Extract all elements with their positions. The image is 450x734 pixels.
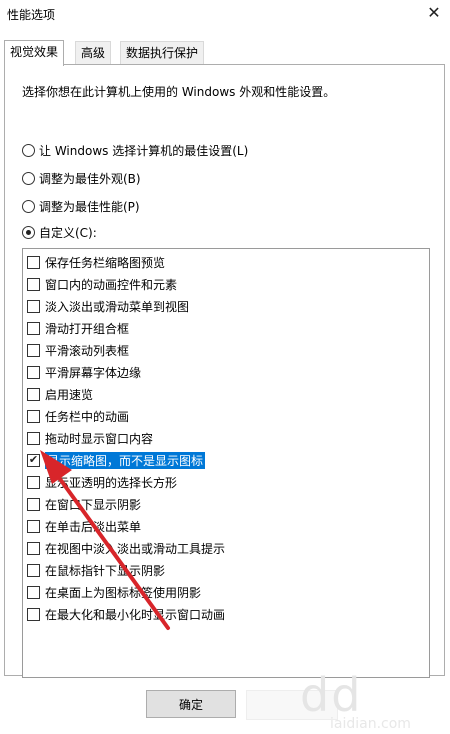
list-item[interactable]: 在最大化和最小化时显示窗口动画 (27, 605, 225, 623)
radio-button[interactable] (22, 143, 35, 157)
item-label: 在窗口下显示阴影 (45, 497, 142, 512)
item-label: 在单击后淡出菜单 (45, 519, 142, 534)
list-item[interactable]: 平滑屏幕字体边缘 (27, 363, 141, 381)
window-title: 性能选项 (7, 8, 56, 22)
checkbox[interactable] (27, 563, 40, 577)
item-label: 启用速览 (45, 387, 94, 402)
list-item[interactable]: 显示亚透明的选择长方形 (27, 473, 177, 491)
item-label: 滑动打开组合框 (45, 321, 130, 336)
list-item[interactable]: 在桌面上为图标标签使用阴影 (27, 583, 201, 601)
radio-best-performance[interactable]: 调整为最佳性能(P) (22, 197, 140, 215)
item-label: 窗口内的动画控件和元素 (45, 277, 178, 292)
checkbox[interactable] (27, 321, 40, 335)
radio-let-windows-choose[interactable]: 让 Windows 选择计算机的最佳设置(L) (22, 141, 248, 159)
checkbox[interactable] (27, 365, 40, 379)
list-item[interactable]: 窗口内的动画控件和元素 (27, 275, 177, 293)
item-label: 在鼠标指针下显示阴影 (45, 563, 166, 578)
radio-button[interactable] (22, 225, 35, 239)
checkbox[interactable] (27, 585, 40, 599)
checkbox-checked[interactable] (27, 453, 40, 467)
list-item[interactable]: 在鼠标指针下显示阴影 (27, 561, 165, 579)
list-item[interactable]: 启用速览 (27, 385, 93, 403)
checkbox[interactable] (27, 409, 40, 423)
checkbox[interactable] (27, 541, 40, 555)
list-item-selected[interactable]: 显示缩略图，而不是显示图标 (27, 451, 206, 469)
tab-advanced[interactable]: 高级 (75, 41, 112, 64)
list-item[interactable]: 保存任务栏缩略图预览 (27, 253, 165, 271)
list-item[interactable]: 拖动时显示窗口内容 (27, 429, 153, 447)
ok-button[interactable]: 确定 (146, 690, 236, 718)
title-bar: 性能选项 ✕ (0, 0, 450, 30)
radio-custom[interactable]: 自定义(C): (22, 223, 97, 241)
checkbox[interactable] (27, 431, 40, 445)
watermark-logo: dd (300, 668, 363, 722)
item-label: 任务栏中的动画 (45, 409, 130, 424)
checkbox[interactable] (27, 475, 40, 489)
item-label: 显示亚透明的选择长方形 (45, 475, 178, 490)
radio-best-appearance[interactable]: 调整为最佳外观(B) (22, 169, 141, 187)
checkbox[interactable] (27, 277, 40, 291)
checkbox[interactable] (27, 497, 40, 511)
checkbox[interactable] (27, 387, 40, 401)
list-item[interactable]: 滑动打开组合框 (27, 319, 129, 337)
radio-button[interactable] (22, 171, 35, 185)
tab-strip: 视觉效果 高级 数据执行保护 (4, 40, 446, 66)
item-label: 显示缩略图，而不是显示图标 (45, 451, 206, 469)
radio-label: 调整为最佳外观(B) (39, 171, 141, 186)
item-label: 拖动时显示窗口内容 (45, 431, 154, 446)
description-text: 选择你想在此计算机上使用的 Windows 外观和性能设置。 (22, 85, 336, 99)
list-item[interactable]: 在视图中淡入淡出或滑动工具提示 (27, 539, 225, 557)
checkbox[interactable] (27, 519, 40, 533)
watermark-subtext: iaidian.com (330, 716, 411, 732)
checkbox[interactable] (27, 607, 40, 621)
item-label: 在视图中淡入淡出或滑动工具提示 (45, 541, 226, 556)
tab-data-execution-prevention[interactable]: 数据执行保护 (120, 41, 205, 64)
list-item[interactable]: 平滑滚动列表框 (27, 341, 129, 359)
checkbox[interactable] (27, 343, 40, 357)
list-item[interactable]: 淡入淡出或滑动菜单到视图 (27, 297, 189, 315)
radio-label: 调整为最佳性能(P) (39, 199, 140, 214)
effects-list[interactable]: 保存任务栏缩略图预览 窗口内的动画控件和元素 淡入淡出或滑动菜单到视图 滑动打开… (22, 248, 430, 678)
item-label: 保存任务栏缩略图预览 (45, 255, 166, 270)
radio-button[interactable] (22, 199, 35, 213)
tab-visual-effects[interactable]: 视觉效果 (4, 40, 65, 66)
item-label: 平滑滚动列表框 (45, 343, 130, 358)
item-label: 淡入淡出或滑动菜单到视图 (45, 299, 190, 314)
visual-effects-panel: 选择你想在此计算机上使用的 Windows 外观和性能设置。 让 Windows… (4, 64, 445, 678)
item-label: 平滑屏幕字体边缘 (45, 365, 142, 380)
list-item[interactable]: 在单击后淡出菜单 (27, 517, 141, 535)
checkbox[interactable] (27, 299, 40, 313)
list-item[interactable]: 任务栏中的动画 (27, 407, 129, 425)
checkbox[interactable] (27, 255, 40, 269)
radio-label: 让 Windows 选择计算机的最佳设置(L) (39, 143, 249, 158)
close-icon[interactable]: ✕ (422, 2, 446, 24)
list-item[interactable]: 在窗口下显示阴影 (27, 495, 141, 513)
item-label: 在最大化和最小化时显示窗口动画 (45, 607, 226, 622)
radio-label: 自定义(C): (39, 225, 97, 240)
item-label: 在桌面上为图标标签使用阴影 (45, 585, 202, 600)
